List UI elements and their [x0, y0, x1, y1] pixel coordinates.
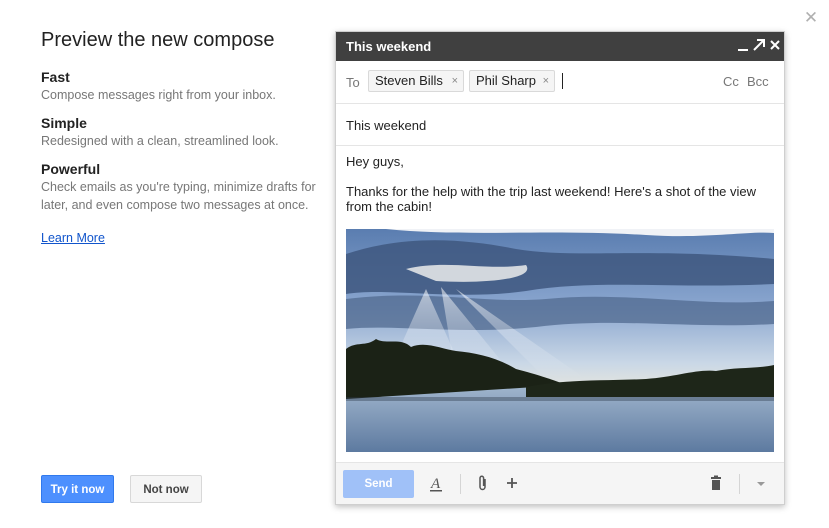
minimize-icon[interactable] — [736, 37, 750, 55]
try-it-now-button[interactable]: Try it now — [41, 475, 114, 503]
compose-toolbar: Send A — [336, 462, 784, 504]
message-body[interactable]: Hey guys, Thanks for the help with the t… — [346, 154, 776, 229]
dialog-close-icon[interactable]: ✕ — [803, 9, 819, 26]
feature-title: Powerful — [41, 161, 101, 177]
subject-row[interactable]: This weekend — [336, 104, 784, 146]
attach-icon[interactable] — [475, 473, 491, 495]
feature-title: Simple — [41, 115, 87, 131]
close-icon[interactable] — [768, 37, 782, 55]
feature-title: Fast — [41, 69, 70, 85]
learn-more-link[interactable]: Learn More — [41, 231, 105, 245]
toolbar-divider — [739, 474, 740, 494]
more-options-icon[interactable] — [754, 473, 768, 495]
not-now-button[interactable]: Not now — [130, 475, 202, 503]
formatting-icon[interactable]: A — [428, 473, 444, 495]
feature-description: Redesigned with a clean, streamlined loo… — [41, 134, 279, 148]
text-cursor — [562, 73, 563, 89]
recipient-name: Phil Sharp — [476, 73, 536, 88]
feature-description: Compose messages right from your inbox. — [41, 88, 276, 102]
discard-icon[interactable] — [708, 473, 724, 495]
send-button[interactable]: Send — [343, 470, 414, 498]
recipient-name: Steven Bills — [375, 73, 443, 88]
compose-titlebar: This weekend — [336, 32, 784, 61]
feature-description: Check emails as you're typing, minimize … — [41, 180, 316, 212]
svg-text:A: A — [430, 476, 441, 492]
feature-powerful: Powerful Check emails as you're typing, … — [41, 161, 321, 214]
subject-field[interactable]: This weekend — [346, 118, 426, 133]
body-greeting: Hey guys, — [346, 154, 404, 169]
feature-fast: Fast Compose messages right from your in… — [41, 69, 321, 104]
popout-icon[interactable] — [752, 37, 766, 55]
feature-simple: Simple Redesigned with a clean, streamli… — [41, 115, 321, 150]
promo-panel: Preview the new compose Fast Compose mes… — [41, 27, 321, 247]
compose-preview-page: ✕ Preview the new compose Fast Compose m… — [0, 0, 829, 528]
cc-link[interactable]: Cc — [723, 74, 739, 89]
toolbar-divider — [460, 474, 461, 494]
promo-headline: Preview the new compose — [41, 29, 275, 51]
remove-recipient-icon[interactable]: × — [543, 71, 549, 91]
remove-recipient-icon[interactable]: × — [452, 71, 458, 91]
recipients-row[interactable]: To Steven Bills × Phil Sharp × Cc Bcc — [336, 61, 784, 104]
compose-title: This weekend — [346, 39, 432, 54]
insert-more-icon[interactable] — [504, 473, 520, 495]
to-label: To — [346, 75, 360, 90]
attached-photo — [346, 229, 774, 452]
body-text: Thanks for the help with the trip last w… — [346, 184, 757, 214]
bcc-link[interactable]: Bcc — [747, 74, 769, 89]
recipient-chip[interactable]: Steven Bills × — [368, 70, 464, 92]
recipient-chip[interactable]: Phil Sharp × — [469, 70, 555, 92]
compose-window: This weekend To Steven Bills × Phil Shar… — [335, 31, 785, 505]
